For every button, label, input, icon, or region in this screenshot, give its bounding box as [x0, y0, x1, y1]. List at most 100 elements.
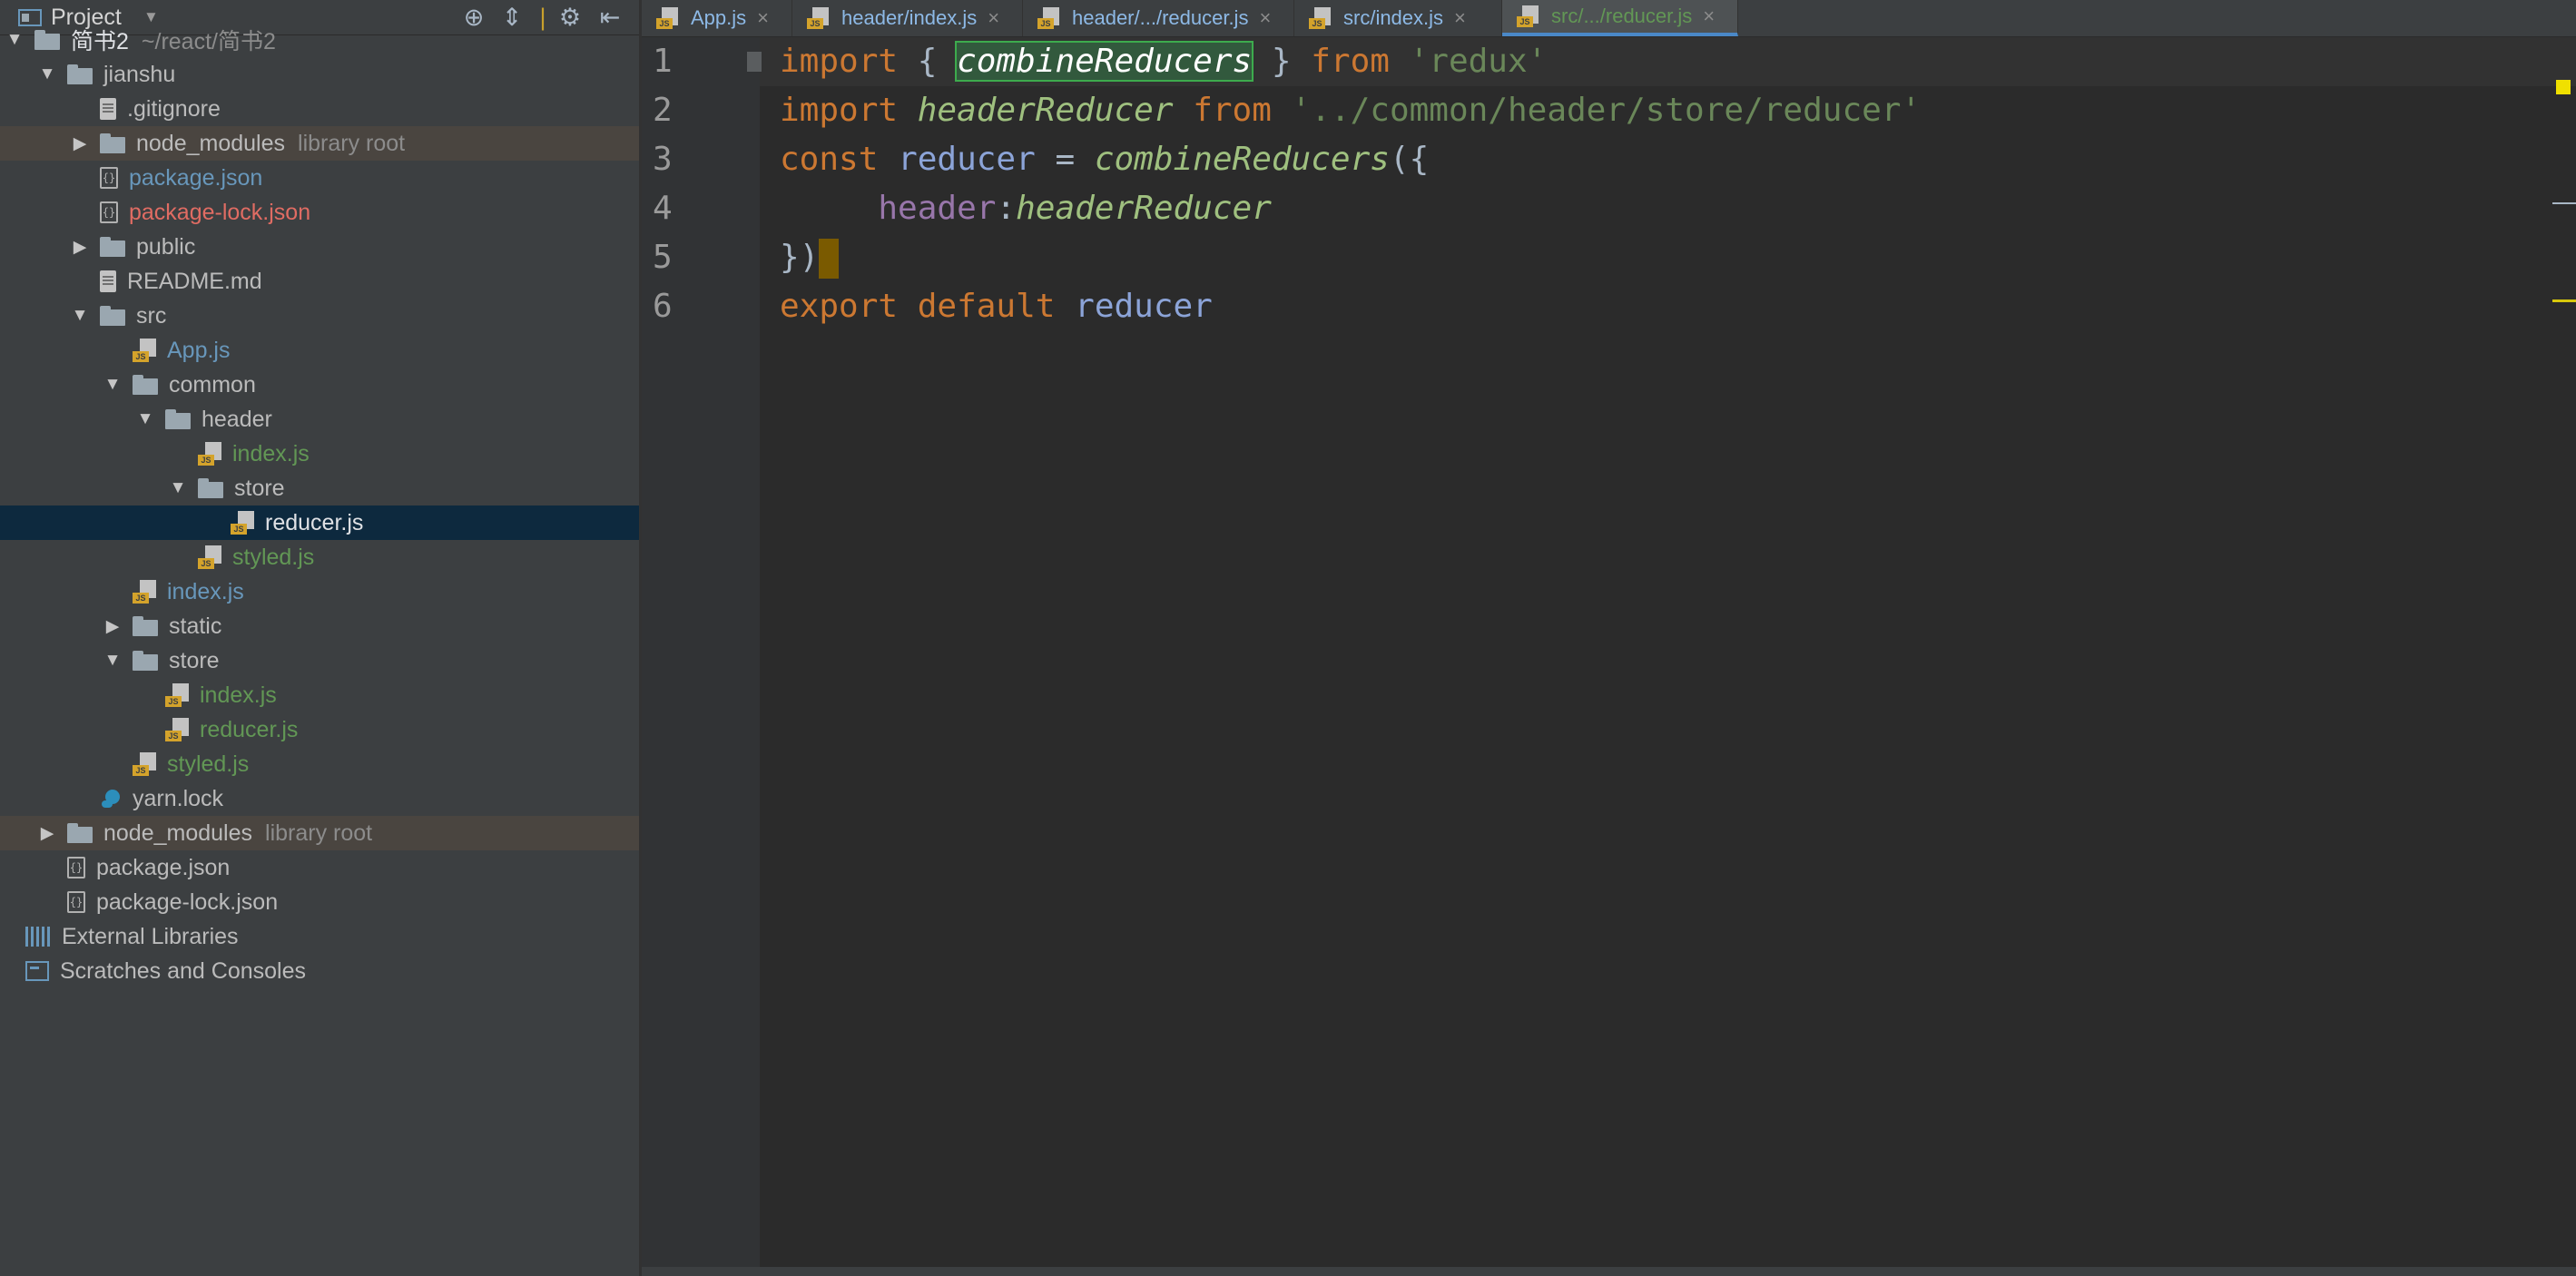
- spacer: ▶: [71, 271, 89, 292]
- code-line[interactable]: const reducer = combineReducers({: [780, 135, 1429, 184]
- code-token: combineReducers: [955, 41, 1254, 82]
- tree-item[interactable]: ▼ common: [0, 368, 640, 402]
- horizontal-scrollbar[interactable]: [642, 1267, 2576, 1276]
- tree-item-label: yarn.lock: [133, 785, 224, 811]
- code-editor[interactable]: 1 2 3 4 5 6 import { combineReducers } from '…: [642, 37, 2576, 1276]
- code-token: const: [780, 141, 879, 178]
- expand-arrow-down-icon[interactable]: ▼: [38, 64, 56, 84]
- tree-item[interactable]: ▶ JS index.js: [0, 678, 640, 712]
- code-line[interactable]: import headerReducer from '../common/hea…: [780, 86, 1921, 135]
- tree-item[interactable]: ▶ {} package.json: [0, 161, 640, 195]
- line-number: 6: [653, 288, 673, 325]
- expand-arrow-right-icon[interactable]: ▶: [103, 616, 122, 637]
- code-token: import: [780, 43, 899, 80]
- tree-item-label: index.js: [232, 440, 310, 466]
- code-line[interactable]: }): [780, 233, 840, 282]
- folder-icon: [133, 651, 158, 671]
- expand-arrow-right-icon[interactable]: ▶: [71, 133, 89, 154]
- javascript-file-icon: JS: [231, 511, 254, 535]
- tree-item[interactable]: ▼ header: [0, 402, 640, 437]
- javascript-file-icon: JS: [198, 442, 221, 466]
- tree-item-label: reducer.js: [200, 716, 299, 742]
- tree-item-label: index.js: [167, 578, 244, 604]
- close-icon[interactable]: ×: [1703, 5, 1715, 28]
- project-panel: Project ▼ ⊕ ⇕ | ⚙ ⇤ ▼ 简书2 ~/react/简书2 ▼ jian…: [0, 0, 640, 1276]
- tree-item-label: package.json: [129, 164, 263, 191]
- tree-item-label: styled.js: [232, 544, 315, 570]
- tree-item[interactable]: ▶ node_modules library root: [0, 126, 640, 161]
- tree-item[interactable]: ▶ node_modules library root: [0, 816, 640, 850]
- external-libraries-icon: [25, 927, 51, 947]
- json-file-icon: {}: [100, 167, 118, 189]
- tree-item[interactable]: ▶ JS index.js: [0, 437, 640, 471]
- code-token: headerReducer: [917, 92, 1174, 129]
- editor-tab[interactable]: JS App.js ×: [642, 0, 792, 36]
- spacer: ▶: [38, 858, 56, 878]
- tree-item[interactable]: ▶ Scratches and Consoles: [0, 954, 640, 988]
- tree-item[interactable]: ▶ JS index.js: [0, 574, 640, 609]
- tree-item-label: 简书2: [71, 29, 129, 54]
- code-line[interactable]: header:headerReducer: [780, 184, 1272, 233]
- code-line[interactable]: export default reducer: [780, 282, 1213, 331]
- editor-tab[interactable]: JS header/index.js ×: [792, 0, 1023, 36]
- tree-item[interactable]: ▶ JS reducer.js: [0, 712, 640, 747]
- code-token: reducer: [898, 141, 1036, 178]
- tab-label: header/.../reducer.js: [1072, 6, 1249, 29]
- close-icon[interactable]: ×: [988, 6, 999, 30]
- tree-item[interactable]: ▶ {} package.json: [0, 850, 640, 885]
- tree-item[interactable]: ▼ 简书2 ~/react/简书2: [0, 23, 640, 57]
- close-icon[interactable]: ×: [1454, 6, 1466, 30]
- tree-item[interactable]: ▶ JS reducer.js: [0, 505, 640, 540]
- tab-label: src/index.js: [1343, 6, 1444, 29]
- editor-tab[interactable]: JS src/.../reducer.js ×: [1502, 0, 1738, 36]
- code-token: from: [1311, 43, 1390, 80]
- code-line[interactable]: import { combineReducers } from 'redux': [780, 37, 1547, 86]
- line-number: 2: [653, 92, 673, 129]
- tree-item[interactable]: ▼ store: [0, 471, 640, 505]
- tree-item[interactable]: ▶ JS styled.js: [0, 747, 640, 781]
- tree-item-label: External Libraries: [62, 923, 239, 949]
- tree-item[interactable]: ▼ src: [0, 299, 640, 333]
- close-icon[interactable]: ×: [757, 6, 769, 30]
- inspection-status-icon[interactable]: [2556, 80, 2571, 94]
- line-number: 4: [653, 190, 673, 227]
- tree-item[interactable]: ▶ .gitignore: [0, 92, 640, 126]
- javascript-file-icon: JS: [198, 545, 221, 569]
- tree-item[interactable]: ▶ public: [0, 230, 640, 264]
- tree-item[interactable]: ▶ {} package-lock.json: [0, 195, 640, 230]
- tree-item[interactable]: ▶ static: [0, 609, 640, 643]
- tree-item[interactable]: ▶ JS styled.js: [0, 540, 640, 574]
- line-number: 5: [653, 239, 673, 276]
- expand-arrow-down-icon[interactable]: ▼: [136, 409, 154, 429]
- expand-arrow-right-icon[interactable]: ▶: [71, 237, 89, 258]
- code-token: :: [996, 190, 1017, 227]
- expand-arrow-down-icon[interactable]: ▼: [5, 30, 24, 50]
- scroll-marker[interactable]: [2552, 202, 2576, 204]
- expand-arrow-right-icon[interactable]: ▶: [38, 823, 56, 844]
- spacer: ▶: [103, 754, 122, 775]
- expand-arrow-down-icon[interactable]: ▼: [71, 306, 89, 326]
- folder-icon: [198, 478, 223, 498]
- tree-item[interactable]: ▶ {} package-lock.json: [0, 885, 640, 919]
- scroll-marker[interactable]: [2552, 299, 2576, 302]
- tree-item[interactable]: ▶ yarn.lock: [0, 781, 640, 816]
- tree-item[interactable]: ▼ store: [0, 643, 640, 678]
- tree-item[interactable]: ▼ jianshu: [0, 57, 640, 92]
- text-file-icon: [100, 270, 116, 292]
- close-icon[interactable]: ×: [1259, 6, 1271, 30]
- tree-item[interactable]: ▶ README.md: [0, 264, 640, 299]
- expand-arrow-down-icon[interactable]: ▼: [103, 651, 122, 671]
- expand-arrow-down-icon[interactable]: ▼: [103, 375, 122, 395]
- fold-marker-icon[interactable]: [747, 52, 762, 72]
- editor-tab[interactable]: JS header/.../reducer.js ×: [1023, 0, 1294, 36]
- tree-item-label: node_modules: [103, 820, 253, 846]
- tree-item[interactable]: ▶ JS App.js: [0, 333, 640, 368]
- json-file-icon: {}: [100, 201, 118, 223]
- expand-arrow-down-icon[interactable]: ▼: [169, 478, 187, 498]
- editor-tab[interactable]: JS src/index.js ×: [1294, 0, 1502, 36]
- tree-item[interactable]: ▶ External Libraries: [0, 919, 640, 954]
